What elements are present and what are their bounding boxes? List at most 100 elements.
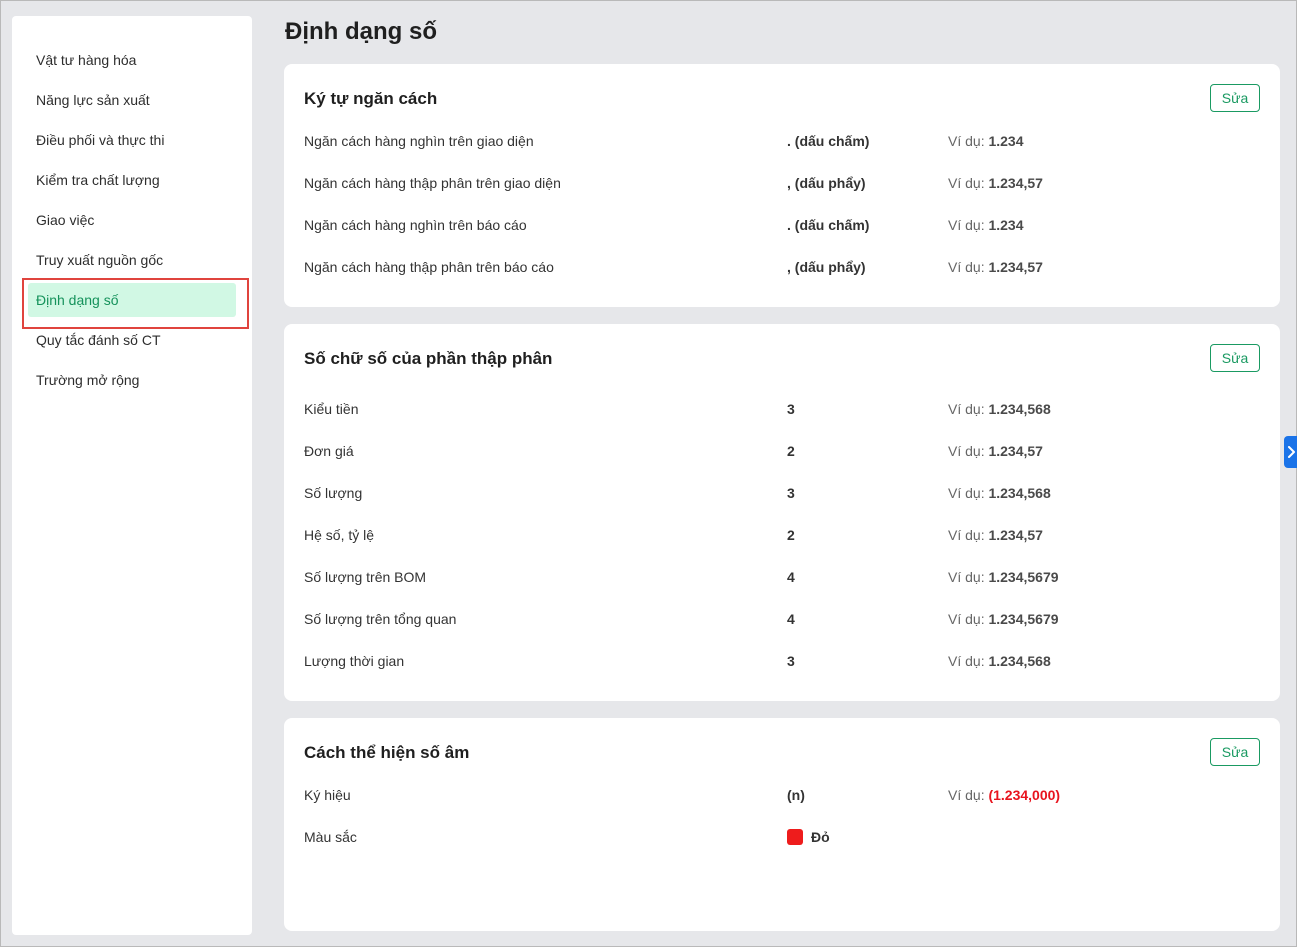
setting-example: Ví dụ: 1.234 [948, 131, 1024, 151]
edit-decimal-digits-button[interactable]: Sửa [1210, 344, 1260, 372]
sidebar-item-dieu-phoi-thuc-thi[interactable]: Điều phối và thực thi [12, 120, 252, 160]
setting-label: Ký hiệu [304, 787, 351, 803]
setting-label: Đơn giá [304, 443, 354, 459]
sidebar-item-truong-mo-rong[interactable]: Trường mở rộng [12, 360, 252, 400]
example-prefix: Ví dụ: [948, 653, 989, 669]
setting-value: Đỏ [787, 827, 830, 847]
setting-row: Đơn giá 2 Ví dụ: 1.234,57 [284, 441, 1280, 461]
sidebar-item-label: Vật tư hàng hóa [36, 52, 137, 68]
section-title: Ký tự ngăn cách [304, 89, 438, 108]
setting-row: Màu sắc Đỏ [284, 827, 1280, 847]
setting-example: Ví dụ: 1.234,57 [948, 441, 1043, 461]
setting-row: Ký hiệu (n) Ví dụ: (1.234,000) [284, 785, 1280, 805]
setting-value: 3 [787, 401, 795, 417]
setting-label: Ngăn cách hàng nghìn trên giao diện [304, 133, 534, 149]
sidebar-item-giao-viec[interactable]: Giao việc [12, 200, 252, 240]
example-prefix: Ví dụ: [948, 175, 989, 191]
edit-separator-button[interactable]: Sửa [1210, 84, 1260, 112]
setting-example: Ví dụ: 1.234,57 [948, 525, 1043, 545]
separator-section: Ký tự ngăn cách Sửa Ngăn cách hàng nghìn… [284, 64, 1280, 307]
setting-row: Ngăn cách hàng thập phân trên giao diện … [284, 173, 1280, 193]
setting-row: Ngăn cách hàng nghìn trên báo cáo . (dấu… [284, 215, 1280, 235]
setting-row: Ngăn cách hàng nghìn trên giao diện . (d… [284, 131, 1280, 151]
sidebar-item-nang-luc-san-xuat[interactable]: Năng lực sản xuất [12, 80, 252, 120]
setting-example: Ví dụ: 1.234,568 [948, 651, 1051, 671]
sidebar-item-label: Năng lực sản xuất [36, 92, 150, 108]
setting-row: Lượng thời gian 3 Ví dụ: 1.234,568 [284, 651, 1280, 671]
example-value: 1.234 [988, 133, 1024, 149]
example-value: 1.234,57 [988, 443, 1043, 459]
setting-row: Hệ số, tỷ lệ 2 Ví dụ: 1.234,57 [284, 525, 1280, 545]
example-value: 1.234,57 [988, 259, 1043, 275]
section-title: Cách thể hiện số âm [304, 743, 470, 762]
setting-example: Ví dụ: (1.234,000) [948, 785, 1060, 805]
color-name: Đỏ [811, 829, 830, 845]
setting-row: Số lượng 3 Ví dụ: 1.234,568 [284, 483, 1280, 503]
sidebar-item-label: Quy tắc đánh số CT [36, 332, 161, 348]
example-value: 1.234 [988, 217, 1024, 233]
example-prefix: Ví dụ: [948, 259, 989, 275]
section-title: Số chữ số của phần thập phân [304, 349, 553, 368]
example-prefix: Ví dụ: [948, 611, 989, 627]
example-prefix: Ví dụ: [948, 401, 989, 417]
setting-value: 4 [787, 569, 795, 585]
sidebar-item-kiem-tra-chat-luong[interactable]: Kiểm tra chất lượng [12, 160, 252, 200]
setting-row: Kiểu tiền 3 Ví dụ: 1.234,568 [284, 399, 1280, 419]
example-prefix: Ví dụ: [948, 217, 989, 233]
setting-row: Số lượng trên BOM 4 Ví dụ: 1.234,5679 [284, 567, 1280, 587]
example-value: 1.234,5679 [988, 569, 1059, 585]
sidebar-item-dinh-dang-so[interactable]: Định dạng số [12, 278, 252, 329]
sidebar-item-truy-xuat-nguon-goc[interactable]: Truy xuất nguồn gốc [12, 240, 252, 280]
example-value: 1.234,568 [988, 653, 1051, 669]
example-prefix: Ví dụ: [948, 787, 989, 803]
setting-label: Ngăn cách hàng thập phân trên báo cáo [304, 259, 554, 275]
setting-value: 2 [787, 443, 795, 459]
setting-example: Ví dụ: 1.234,57 [948, 257, 1043, 277]
sidebar-item-label: Điều phối và thực thi [36, 132, 165, 148]
setting-label: Màu sắc [304, 829, 357, 845]
setting-label: Số lượng trên BOM [304, 569, 427, 585]
setting-label: Kiểu tiền [304, 401, 359, 417]
setting-value: 2 [787, 527, 795, 543]
example-prefix: Ví dụ: [948, 133, 989, 149]
example-value: 1.234,568 [988, 401, 1051, 417]
sidebar-item-label: Kiểm tra chất lượng [36, 172, 160, 188]
sidebar-item-vat-tu-hang-hoa[interactable]: Vật tư hàng hóa [12, 40, 252, 80]
example-value: 1.234,5679 [988, 611, 1059, 627]
sidebar-item-label: Truy xuất nguồn gốc [36, 252, 164, 268]
setting-value: , (dấu phẩy) [787, 175, 866, 191]
setting-example: Ví dụ: 1.234 [948, 215, 1024, 235]
example-value: 1.234,568 [988, 485, 1051, 501]
example-prefix: Ví dụ: [948, 485, 989, 501]
sidebar-item-label: Định dạng số [36, 292, 119, 308]
chevron-right-icon [1288, 446, 1295, 458]
setting-label: Ngăn cách hàng thập phân trên giao diện [304, 175, 561, 191]
sidebar-item-label: Trường mở rộng [36, 372, 140, 388]
setting-label: Số lượng [304, 485, 363, 501]
decimal-digits-section: Số chữ số của phần thập phân Sửa Kiểu ti… [284, 324, 1280, 701]
setting-value: 3 [787, 485, 795, 501]
setting-example: Ví dụ: 1.234,568 [948, 483, 1051, 503]
red-color-swatch [787, 829, 803, 845]
negative-number-section: Cách thể hiện số âm Sửa Ký hiệu (n) Ví d… [284, 718, 1280, 931]
setting-example: Ví dụ: 1.234,57 [948, 173, 1043, 193]
example-value: 1.234,57 [988, 527, 1043, 543]
setting-example: Ví dụ: 1.234,5679 [948, 609, 1059, 629]
example-prefix: Ví dụ: [948, 527, 989, 543]
page-title: Định dạng số [285, 18, 437, 45]
setting-value: 4 [787, 611, 795, 627]
setting-value: (n) [787, 787, 805, 803]
setting-label: Hệ số, tỷ lệ [304, 527, 375, 543]
setting-label: Ngăn cách hàng nghìn trên báo cáo [304, 217, 527, 233]
panel-toggle-button[interactable] [1284, 436, 1297, 468]
setting-row: Số lượng trên tổng quan 4 Ví dụ: 1.234,5… [284, 609, 1280, 629]
sidebar-item-label: Giao việc [36, 212, 95, 228]
setting-value: , (dấu phẩy) [787, 259, 866, 275]
setting-example: Ví dụ: 1.234,568 [948, 399, 1051, 419]
example-prefix: Ví dụ: [948, 569, 989, 585]
example-value: 1.234,57 [988, 175, 1043, 191]
edit-negative-number-button[interactable]: Sửa [1210, 738, 1260, 766]
setting-value: . (dấu chấm) [787, 217, 870, 233]
setting-row: Ngăn cách hàng thập phân trên báo cáo , … [284, 257, 1280, 277]
example-prefix: Ví dụ: [948, 443, 989, 459]
